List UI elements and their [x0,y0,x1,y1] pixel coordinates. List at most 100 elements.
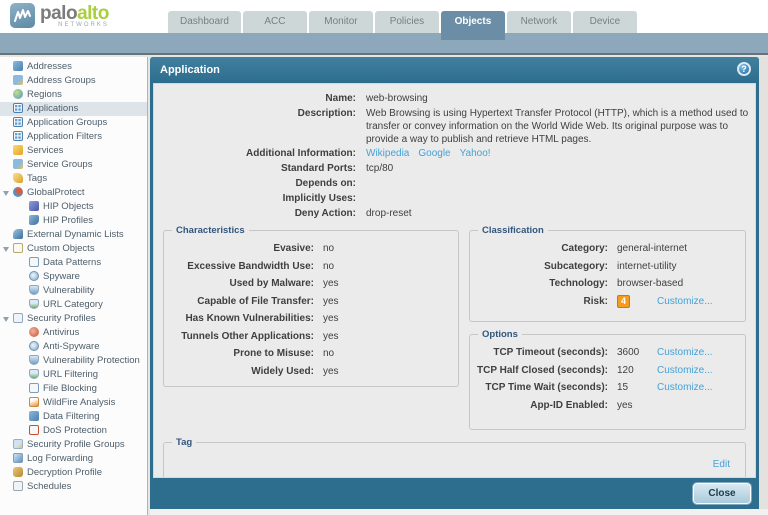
risk-customize-link[interactable]: Customize... [657,293,713,311]
tab-network[interactable]: Network [506,11,571,33]
yahoo-link[interactable]: Yahoo! [460,148,491,159]
technology-value: browser-based [617,278,684,289]
collapse-arrow-icon[interactable] [3,247,9,252]
tag-edit-link[interactable]: Edit [713,459,730,470]
help-icon[interactable] [737,62,751,76]
tab-monitor[interactable]: Monitor [308,11,373,33]
sidebar-item-globalprotect[interactable]: GlobalProtect [0,186,147,200]
sidebar-item-label: File Blocking [43,383,97,394]
sidebar-item-security-profile-groups[interactable]: Security Profile Groups [0,438,147,452]
implicitly-uses-label: Implicitly Uses: [282,193,356,204]
sidebar-item-decryption-profile[interactable]: Decryption Profile [0,466,147,480]
collapse-arrow-icon[interactable] [3,317,9,322]
sidebar-item-regions[interactable]: Regions [0,88,147,102]
sidebar-item-url-filtering[interactable]: URL Filtering [0,368,147,382]
application-filters-icon [13,130,23,141]
sidebar-item-label: Security Profiles [27,313,96,324]
depends-on-label: Depends on: [295,178,356,189]
addresses-icon [13,60,23,71]
evasive-value: no [323,243,335,254]
sidebar-item-label: Tags [27,173,48,184]
sidebar-item-tags[interactable]: Tags [0,172,147,186]
tab-acc[interactable]: ACC [242,11,307,33]
sidebar-item-application-filters[interactable]: Application Filters [0,130,147,144]
classification-legend: Classification [478,225,548,236]
tcp-time-wait-customize-link[interactable]: Customize... [657,379,713,397]
tab-policies[interactable]: Policies [374,11,439,33]
used-by-malware-label: Used by Malware: [229,278,314,289]
paloalto-logo-icon [10,3,35,28]
sidebar-item-file-blocking[interactable]: File Blocking [0,382,147,396]
sidebar-item-dos-protection[interactable]: DoS Protection [0,424,147,438]
sidebar-item-label: Applications [27,103,79,114]
sidebar-item-vulnerability-protection[interactable]: Vulnerability Protection [0,354,147,368]
sidebar-item-custom-objects[interactable]: Custom Objects [0,242,147,256]
spyware-icon [29,270,39,281]
sidebar-item-log-forwarding[interactable]: Log Forwarding [0,452,147,466]
description-label: Description: [297,108,356,119]
sidebar-item-service-groups[interactable]: Service Groups [0,158,147,172]
characteristic-row: Prone to Misuse: no [164,345,458,363]
tab-objects[interactable]: Objects [440,11,505,40]
characteristic-row: Has Known Vulnerabilities: yes [164,310,458,328]
sidebar-item-label: Addresses [27,61,72,72]
sidebar-item-data-filtering[interactable]: Data Filtering [0,410,147,424]
sidebar-item-application-groups[interactable]: Application Groups [0,116,147,130]
characteristic-row: Capable of File Transfer: yes [164,293,458,311]
sidebar-item-schedules[interactable]: Schedules [0,480,147,494]
sidebar-item-label: Vulnerability [43,285,95,296]
additional-information-label: Additional Information: [246,148,356,159]
antivirus-icon [29,326,39,337]
sidebar-item-url-category[interactable]: URL Category [0,298,147,312]
custom-objects-icon [13,242,23,253]
sidebar-item-spyware[interactable]: Spyware [0,270,147,284]
classification-options-column: Classification Category: general-internet… [469,225,746,430]
sidebar-item-label: Vulnerability Protection [43,355,140,366]
wikipedia-link[interactable]: Wikipedia [366,148,409,159]
sidebar-item-label: DoS Protection [43,425,107,436]
vulnerability-protection-icon [29,354,39,365]
sidebar-item-wildfire-analysis[interactable]: WildFire Analysis [0,396,147,410]
sidebar-item-antivirus[interactable]: Antivirus [0,326,147,340]
tag-fieldset: Tag Edit [163,437,746,477]
app-id-enabled-value: yes [617,399,633,411]
close-button[interactable]: Close [692,482,752,505]
tcp-timeout-customize-link[interactable]: Customize... [657,344,713,362]
options-legend: Options [478,329,522,340]
characteristic-row: Used by Malware: yes [164,275,458,293]
url-filtering-icon [29,368,39,379]
category-label: Category: [561,243,608,254]
risk-label: Risk: [583,295,608,307]
sidebar-item-addresses[interactable]: Addresses [0,60,147,74]
field-row-depends-on: Depends on: [154,176,755,191]
google-link[interactable]: Google [418,148,450,159]
sidebar-item-hip-profiles[interactable]: HIP Profiles [0,214,147,228]
characteristics-fieldset: Characteristics Evasive: no Excessive Ban… [163,225,459,387]
characteristic-row: Tunnels Other Applications: yes [164,328,458,346]
dialog-columns: Characteristics Evasive: no Excessive Ban… [154,225,755,430]
sidebar-item-vulnerability[interactable]: Vulnerability [0,284,147,298]
characteristics-legend: Characteristics [172,225,249,236]
sidebar-item-external-dynamic-lists[interactable]: External Dynamic Lists [0,228,147,242]
sidebar-item-label: Address Groups [27,75,96,86]
sidebar-item-applications[interactable]: Applications [0,102,147,116]
prone-to-misuse-label: Prone to Misuse: [233,348,314,359]
sidebar-item-label: Regions [27,89,62,100]
sidebar-item-security-profiles[interactable]: Security Profiles [0,312,147,326]
sidebar-item-label: Anti-Spyware [43,341,100,352]
option-row: TCP Half Closed (seconds): 120 Customize..… [470,362,745,380]
sidebar-item-services[interactable]: Services [0,144,147,158]
collapse-arrow-icon[interactable] [3,191,9,196]
characteristics-column: Characteristics Evasive: no Excessive Ban… [163,225,459,430]
tab-device[interactable]: Device [572,11,637,33]
sidebar-item-data-patterns[interactable]: Data Patterns [0,256,147,270]
prone-to-misuse-value: no [323,348,335,359]
log-forwarding-icon [13,452,23,463]
sidebar-item-hip-objects[interactable]: HIP Objects [0,200,147,214]
sidebar-item-address-groups[interactable]: Address Groups [0,74,147,88]
tab-dashboard[interactable]: Dashboard [168,11,241,33]
standard-ports-label: Standard Ports: [280,163,356,174]
tags-icon [13,172,23,183]
tcp-half-closed-customize-link[interactable]: Customize... [657,362,713,380]
sidebar-item-anti-spyware[interactable]: Anti-Spyware [0,340,147,354]
